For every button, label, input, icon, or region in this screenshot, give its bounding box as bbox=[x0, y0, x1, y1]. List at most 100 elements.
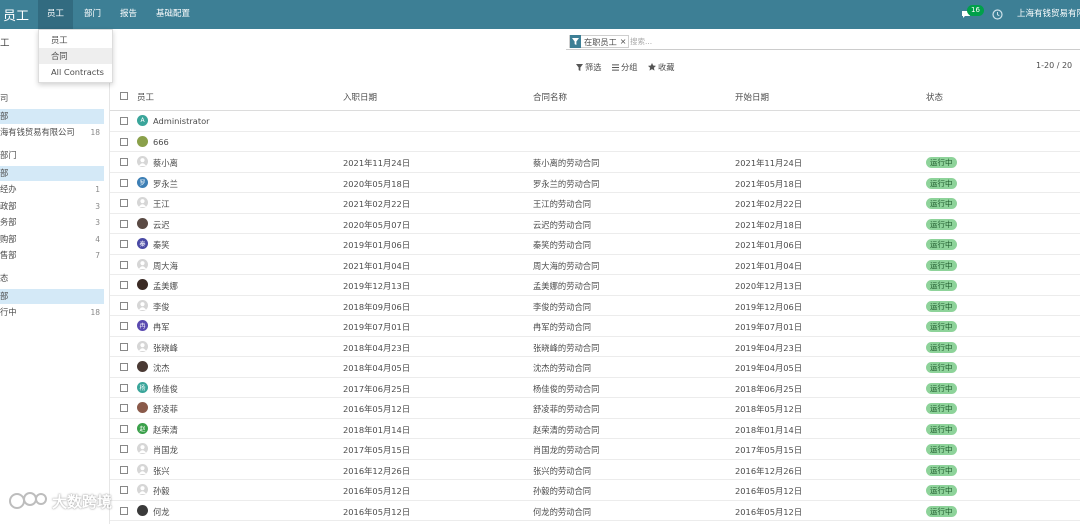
table-row[interactable]: 舒凌菲 2016年05月12日 舒凌菲的劳动合同 2018年05月12日 运行中 bbox=[110, 398, 1080, 419]
table-row[interactable]: 冉冉军 2019年07月01日 冉军的劳动合同 2019年07月01日 运行中 bbox=[110, 316, 1080, 337]
employee-name: 何龙 bbox=[153, 506, 170, 517]
dropdown-item-employees[interactable]: 员工 bbox=[39, 32, 112, 48]
avatar bbox=[137, 361, 148, 372]
favorites-button[interactable]: 收藏 bbox=[648, 61, 674, 73]
contract-name: 张兴的劳动合同 bbox=[533, 465, 592, 476]
status-badge: 运行中 bbox=[926, 300, 957, 312]
select-all-checkbox[interactable] bbox=[120, 92, 128, 100]
row-checkbox[interactable] bbox=[120, 301, 128, 310]
row-checkbox[interactable] bbox=[120, 342, 128, 351]
table-row[interactable]: 秦秦笑 2019年01月06日 秦笑的劳动合同 2021年01月06日 运行中 bbox=[110, 234, 1080, 255]
status-badge: 运行中 bbox=[926, 444, 957, 455]
table-row[interactable]: 云迟 2020年05月07日 云迟的劳动合同 2021年02月18日 运行中 bbox=[110, 214, 1080, 234]
start-date: 2017年05月15日 bbox=[735, 445, 803, 455]
employee-name: 蔡小离 bbox=[153, 158, 178, 168]
column-contract-name[interactable]: 合同名称 bbox=[533, 91, 567, 103]
row-checkbox[interactable] bbox=[120, 281, 128, 289]
department-filter-item[interactable]: 经办 1 bbox=[0, 182, 104, 197]
row-checkbox[interactable] bbox=[120, 424, 128, 433]
status-badge: 运行中 bbox=[926, 505, 957, 517]
table-row[interactable]: 孟美娜 2019年12月13日 孟美娜的劳动合同 2020年12月13日 运行中 bbox=[110, 275, 1080, 296]
column-start-date[interactable]: 开始日期 bbox=[735, 91, 769, 103]
table-row[interactable]: 张兴 2016年12月26日 张兴的劳动合同 2016年12月26日 运行中 bbox=[110, 460, 1080, 480]
status-badge: 运行中 bbox=[926, 157, 957, 168]
department-filter-all[interactable]: 部 bbox=[0, 166, 104, 181]
status-badge: 运行中 bbox=[926, 218, 957, 230]
table-row[interactable]: 何龙 2016年05月12日 何龙的劳动合同 2016年05月12日 运行中 bbox=[110, 501, 1080, 521]
start-date: 2016年05月12日 bbox=[735, 506, 803, 517]
contract-name: 冉军的劳动合同 bbox=[533, 322, 592, 332]
filter-label: 政部 bbox=[0, 201, 17, 211]
row-checkbox[interactable] bbox=[120, 219, 128, 228]
table-row[interactable]: A Administrator bbox=[110, 111, 1080, 132]
search-input[interactable] bbox=[630, 35, 1030, 48]
table-row[interactable]: 肖国龙 2017年05月15日 肖国龙的劳动合同 2017年05月15日 运行中 bbox=[110, 439, 1080, 460]
table-row[interactable]: 沈杰 2018年04月05日 沈杰的劳动合同 2019年04月05日 运行中 bbox=[110, 357, 1080, 378]
row-checkbox[interactable] bbox=[120, 322, 128, 330]
row-checkbox[interactable] bbox=[120, 363, 128, 371]
menu-configuration[interactable]: 基础配置 bbox=[147, 0, 199, 29]
row-checkbox[interactable] bbox=[120, 137, 128, 146]
table-row[interactable]: 李俊 2018年09月06日 李俊的劳动合同 2019年12月06日 运行中 bbox=[110, 296, 1080, 316]
employees-menu-dropdown: 员工 合同 All Contracts bbox=[38, 29, 113, 83]
pager[interactable]: 1-20 / 20 bbox=[1036, 61, 1072, 70]
employee-name: 孙毅 bbox=[153, 486, 170, 496]
column-employee[interactable]: 员工 bbox=[137, 91, 154, 103]
filter-count: 7 bbox=[95, 251, 100, 260]
menu-departments[interactable]: 部门 bbox=[75, 0, 110, 29]
department-filter-item[interactable]: 政部 3 bbox=[0, 199, 104, 214]
app-title[interactable]: 员工 bbox=[3, 5, 29, 24]
dropdown-item-all-contracts[interactable]: All Contracts bbox=[39, 64, 112, 80]
row-checkbox[interactable] bbox=[120, 178, 128, 187]
department-filter-item[interactable]: 售部 7 bbox=[0, 248, 104, 263]
row-checkbox[interactable] bbox=[120, 158, 128, 166]
activity-clock-icon[interactable] bbox=[992, 9, 1003, 20]
company-switcher[interactable]: 上海有钱贸易有限 bbox=[1017, 0, 1080, 29]
contract-name: 秦笑的劳动合同 bbox=[533, 240, 592, 250]
column-hire-date[interactable]: 入职日期 bbox=[343, 91, 377, 103]
department-filter-item[interactable]: 购部 4 bbox=[0, 232, 104, 247]
table-row[interactable]: 666 bbox=[110, 132, 1080, 152]
filter-count: 1 bbox=[95, 185, 100, 194]
status-filter-item[interactable]: 行中 18 bbox=[0, 305, 104, 320]
group-by-button[interactable]: 分组 bbox=[612, 61, 637, 73]
hire-date: 2021年11月24日 bbox=[343, 158, 411, 168]
table-row[interactable]: 王江 2021年02月22日 王江的劳动合同 2021年02月22日 运行中 bbox=[110, 193, 1080, 214]
employee-name: 杨佳俊 bbox=[153, 383, 178, 394]
dropdown-item-contracts[interactable]: 合同 bbox=[39, 48, 112, 64]
status-badge: 运行中 bbox=[926, 280, 957, 291]
table-row[interactable]: 罗罗永兰 2020年05月18日 罗永兰的劳动合同 2021年05月18日 运行中 bbox=[110, 173, 1080, 193]
row-checkbox[interactable] bbox=[120, 383, 128, 392]
row-checkbox[interactable] bbox=[120, 445, 128, 453]
status-filter-all[interactable]: 部 bbox=[0, 289, 104, 304]
row-checkbox[interactable] bbox=[120, 506, 128, 515]
company-filter-all[interactable]: 部 bbox=[0, 109, 104, 124]
table-row[interactable]: 杨杨佳俊 2017年06月25日 杨佳俊的劳动合同 2018年06月25日 运行中 bbox=[110, 378, 1080, 398]
filters-button[interactable]: 筛选 bbox=[576, 61, 601, 73]
table-row[interactable]: 蔡小离 2021年11月24日 蔡小离的劳动合同 2021年11月24日 运行中 bbox=[110, 152, 1080, 173]
row-checkbox[interactable] bbox=[120, 240, 128, 248]
department-filter-item[interactable]: 务部 3 bbox=[0, 215, 104, 230]
row-checkbox[interactable] bbox=[120, 260, 128, 269]
row-checkbox[interactable] bbox=[120, 486, 128, 494]
row-checkbox[interactable] bbox=[120, 199, 128, 207]
watermark-logo-icon bbox=[9, 492, 47, 509]
status-badge: 运行中 bbox=[926, 464, 957, 476]
hire-date: 2018年04月23日 bbox=[343, 342, 411, 353]
column-status[interactable]: 状态 bbox=[926, 91, 943, 103]
table-row[interactable]: 赵赵荣清 2018年01月14日 赵荣清的劳动合同 2018年01月14日 运行中 bbox=[110, 419, 1080, 439]
contract-name: 肖国龙的劳动合同 bbox=[533, 445, 600, 455]
table-row[interactable]: 孙毅 2016年05月12日 孙毅的劳动合同 2016年05月12日 运行中 bbox=[110, 480, 1080, 501]
start-date: 2018年05月12日 bbox=[735, 404, 803, 414]
menu-reports[interactable]: 报告 bbox=[111, 0, 146, 29]
company-section-header: 司 bbox=[0, 93, 9, 103]
hire-date: 2019年01月06日 bbox=[343, 240, 411, 250]
table-row[interactable]: 张晓峰 2018年04月23日 张晓峰的劳动合同 2019年04月23日 运行中 bbox=[110, 337, 1080, 357]
table-row[interactable]: 周大海 2021年01月04日 周大海的劳动合同 2021年01月04日 运行中 bbox=[110, 255, 1080, 275]
row-checkbox[interactable] bbox=[120, 404, 128, 412]
facet-remove-icon[interactable]: × bbox=[620, 37, 629, 46]
company-filter-item[interactable]: 海有钱贸易有限公司 18 bbox=[0, 125, 104, 140]
row-checkbox[interactable] bbox=[120, 117, 128, 125]
row-checkbox[interactable] bbox=[120, 465, 128, 474]
menu-employees[interactable]: 员工 bbox=[38, 0, 74, 29]
